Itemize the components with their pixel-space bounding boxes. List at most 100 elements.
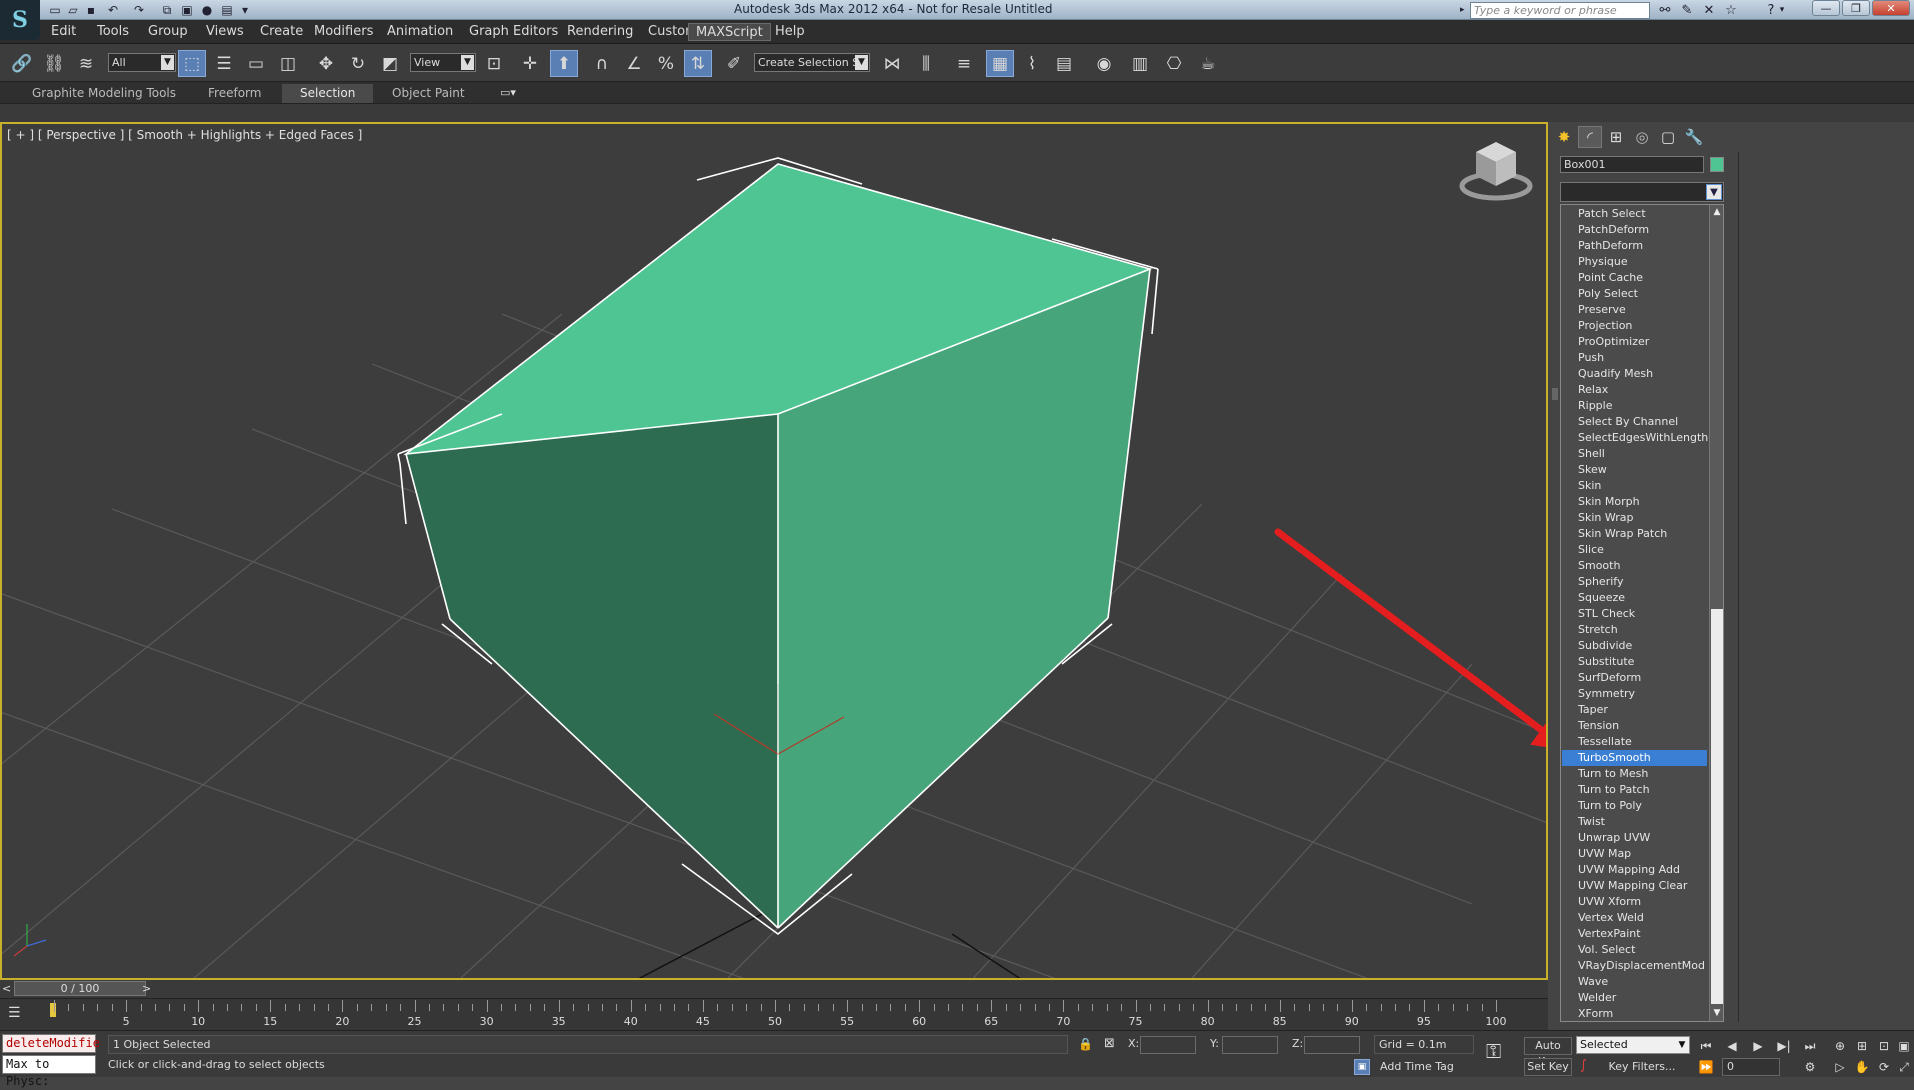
tab-freeform[interactable]: Freeform: [190, 84, 279, 103]
rotate-icon[interactable]: ↻: [344, 50, 372, 77]
orbit-icon[interactable]: ⟳: [1874, 1058, 1894, 1076]
favorites-star-icon[interactable]: ☆: [1720, 1, 1742, 19]
render-setup-icon[interactable]: ▥: [1126, 50, 1154, 77]
communication-center-icon[interactable]: ✎: [1676, 1, 1698, 19]
subscription-icon[interactable]: ✕: [1698, 1, 1720, 19]
reference-coordinate-dropdown[interactable]: View ▼: [410, 53, 476, 72]
graphite-toggle-icon[interactable]: ▦: [986, 50, 1014, 77]
modifier-item[interactable]: Poly Select: [1562, 286, 1707, 302]
modifier-item[interactable]: UVW Xform: [1562, 894, 1707, 910]
modifier-item[interactable]: PatchDeform: [1562, 222, 1707, 238]
mini-curve-editor-icon[interactable]: ☰: [8, 1005, 21, 1021]
modifier-item[interactable]: Tessellate: [1562, 734, 1707, 750]
align-icon[interactable]: ⫼: [912, 50, 940, 77]
hold-icon[interactable]: ⧉: [158, 1, 176, 19]
tex-icon[interactable]: ▤: [218, 1, 236, 19]
percent-snap-icon[interactable]: %: [652, 50, 680, 77]
search-expand-icon[interactable]: ▸: [1460, 5, 1466, 15]
modifier-item[interactable]: Physique: [1562, 254, 1707, 270]
modify-tab-icon[interactable]: ◜: [1578, 126, 1602, 148]
modifier-item[interactable]: STL Check: [1562, 606, 1707, 622]
viewport-label[interactable]: [ + ] [ Perspective ] [ Smooth + Highlig…: [7, 128, 362, 142]
rendered-frame-icon[interactable]: ⎔: [1160, 50, 1188, 77]
key-filters-button[interactable]: Key Filters...: [1594, 1058, 1690, 1076]
z-coordinate-input[interactable]: [1304, 1036, 1360, 1054]
default-tangent-icon[interactable]: ∫: [1580, 1058, 1587, 1073]
motion-tab-icon[interactable]: ◎: [1630, 126, 1654, 148]
modifier-item[interactable]: Turn to Poly: [1562, 798, 1707, 814]
search-input[interactable]: Type a keyword or phrase: [1470, 2, 1650, 19]
modifier-item[interactable]: UVW Mapping Clear: [1562, 878, 1707, 894]
render-production-icon[interactable]: ☕: [1194, 50, 1222, 77]
set-key-icon[interactable]: ⚿: [1486, 1039, 1501, 1063]
modifier-item[interactable]: Subdivide: [1562, 638, 1707, 654]
qat-dropdown-icon[interactable]: ▾: [236, 1, 254, 19]
modifier-item[interactable]: Projection: [1562, 318, 1707, 334]
play-icon[interactable]: ▶: [1748, 1037, 1768, 1055]
time-slider-thumb[interactable]: 0 / 100: [14, 981, 146, 996]
pivot-center-icon[interactable]: ⊡: [480, 50, 508, 77]
scrollbar-thumb[interactable]: [1711, 609, 1723, 1004]
minimize-button[interactable]: —: [1812, 0, 1840, 16]
set-key-button[interactable]: Set Key: [1524, 1058, 1572, 1076]
modifier-list-dropdown[interactable]: ▼: [1560, 182, 1724, 202]
create-tab-icon[interactable]: ✸: [1552, 126, 1576, 148]
modifier-item[interactable]: Skin: [1562, 478, 1707, 494]
zoom-all-icon[interactable]: ⊞: [1852, 1037, 1872, 1055]
edit-named-selection-icon[interactable]: ✐: [720, 50, 748, 77]
scale-icon[interactable]: ◩: [376, 50, 404, 77]
menu-modifiers[interactable]: Modifiers: [307, 23, 380, 41]
help-dropdown-icon[interactable]: ▾: [1776, 1, 1788, 19]
menu-views[interactable]: Views: [199, 23, 251, 41]
modifier-item[interactable]: Preserve: [1562, 302, 1707, 318]
modifier-item[interactable]: Turn to Patch: [1562, 782, 1707, 798]
menu-tools[interactable]: Tools: [90, 23, 136, 41]
modifier-item[interactable]: Point Cache: [1562, 270, 1707, 286]
modifier-item[interactable]: Wave: [1562, 974, 1707, 990]
menu-create[interactable]: Create: [253, 23, 310, 41]
modifier-item[interactable]: UVW Map: [1562, 846, 1707, 862]
modifier-item[interactable]: Select By Channel: [1562, 414, 1707, 430]
current-frame-input[interactable]: 0: [1722, 1058, 1780, 1076]
menu-graph-editors[interactable]: Graph Editors: [462, 23, 565, 41]
modifier-item[interactable]: Patch Select: [1562, 206, 1707, 222]
selection-lock-icon[interactable]: 🔒: [1078, 1037, 1093, 1051]
time-prev-icon[interactable]: <: [2, 982, 11, 995]
modifier-item[interactable]: Unwrap UVW: [1562, 830, 1707, 846]
unlink-icon[interactable]: ⛓: [40, 50, 68, 77]
undo-icon[interactable]: ↶: [104, 1, 122, 19]
maximize-viewport-icon[interactable]: ⤢: [1894, 1058, 1914, 1076]
menu-help[interactable]: Help: [768, 23, 812, 41]
selection-filter-dropdown[interactable]: All ▼: [108, 53, 176, 72]
time-slider[interactable]: < 0 / 100 >: [0, 980, 1548, 998]
modifier-item[interactable]: Slice: [1562, 542, 1707, 558]
time-next-icon[interactable]: >: [142, 982, 151, 995]
tab-selection[interactable]: Selection: [282, 84, 374, 103]
modifier-item[interactable]: Shell: [1562, 446, 1707, 462]
close-button[interactable]: ✕: [1872, 0, 1910, 16]
fetch-icon[interactable]: ▣: [178, 1, 196, 19]
field-of-view-icon[interactable]: ▷: [1830, 1058, 1850, 1076]
modifier-item[interactable]: Smooth: [1562, 558, 1707, 574]
modifier-item[interactable]: Substitute: [1562, 654, 1707, 670]
move-icon[interactable]: ✥: [312, 50, 340, 77]
viewport-canvas[interactable]: [2, 124, 1548, 980]
perspective-viewport[interactable]: [ + ] [ Perspective ] [ Smooth + Highlig…: [0, 122, 1548, 980]
next-frame-icon[interactable]: ▶|: [1774, 1037, 1794, 1055]
modifier-item[interactable]: Twist: [1562, 814, 1707, 830]
absolute-mode-icon[interactable]: ⊠: [1104, 1036, 1115, 1051]
x-coordinate-input[interactable]: [1140, 1036, 1196, 1054]
restore-button[interactable]: ❐: [1842, 0, 1870, 16]
new-file-icon[interactable]: ▭: [46, 1, 64, 19]
go-to-start-icon[interactable]: ⏮: [1696, 1037, 1716, 1055]
zoom-icon[interactable]: ⊕: [1830, 1037, 1850, 1055]
modifier-item[interactable]: Welder: [1562, 990, 1707, 1006]
redo-icon[interactable]: ↷: [130, 1, 148, 19]
modifier-item[interactable]: Vol. Select: [1562, 942, 1707, 958]
modifier-item[interactable]: Skin Wrap: [1562, 510, 1707, 526]
zoom-extents-all-icon[interactable]: ▣: [1894, 1037, 1914, 1055]
modifier-item[interactable]: Quadify Mesh: [1562, 366, 1707, 382]
spinner-snap-icon[interactable]: ⇅: [684, 50, 712, 77]
angle-snap-icon[interactable]: ∠: [620, 50, 648, 77]
modifier-item[interactable]: Skin Wrap Patch: [1562, 526, 1707, 542]
